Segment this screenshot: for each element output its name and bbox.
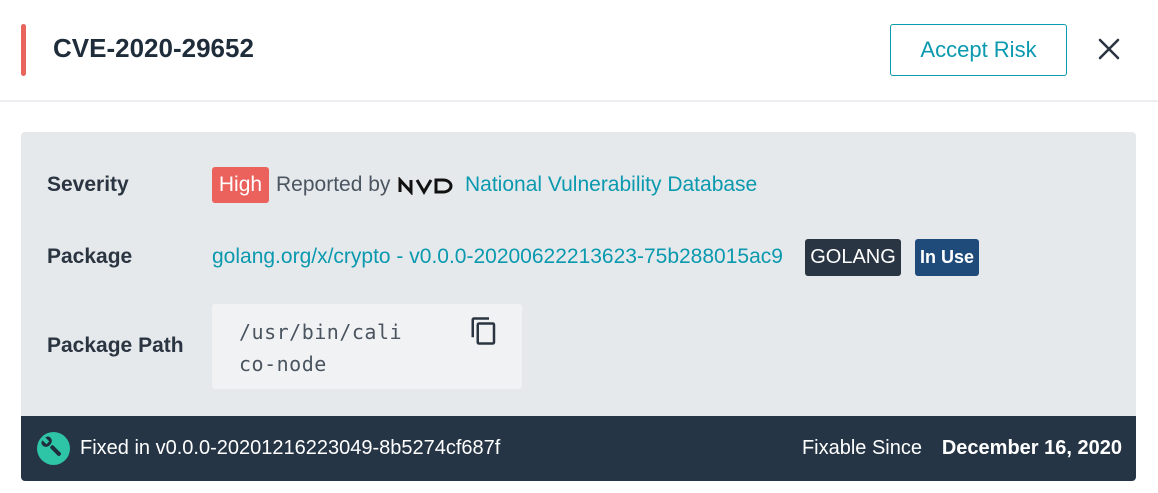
package-path-label: Package Path: [47, 334, 184, 357]
fixable-since-label: Fixable Since: [801, 437, 922, 459]
nvd-logo: [398, 176, 454, 200]
reported-by-text: Reported by: [276, 173, 391, 196]
package-path-value: /usr/bin/calico-node: [239, 320, 403, 376]
vulnerability-details-card: Severity High Reported by National Vulne…: [21, 132, 1136, 416]
package-label: Package: [47, 245, 133, 268]
nvd-logo-icon: [398, 176, 453, 196]
language-badge: GOLANG: [805, 239, 901, 276]
severity-indicator-bar: [21, 24, 26, 76]
in-use-badge: In Use: [915, 239, 979, 276]
fixable-since-date: December 16, 2020: [941, 437, 1122, 459]
vulnerability-header: CVE-2020-29652 Accept Risk: [0, 0, 1158, 102]
severity-badge: High: [212, 167, 269, 203]
package-link[interactable]: golang.org/x/crypto - v0.0.0-20200622213…: [212, 243, 783, 271]
close-button[interactable]: [1094, 34, 1124, 64]
package-path-box: /usr/bin/calico-node: [212, 304, 522, 389]
nvd-source-link[interactable]: National Vulnerability Database: [465, 171, 757, 199]
close-icon: [1098, 38, 1120, 60]
copy-path-button[interactable]: [469, 316, 499, 346]
severity-label: Severity: [47, 173, 129, 196]
fixed-in-text: Fixed in v0.0.0-20201216223049-8b5274cf6…: [80, 437, 501, 459]
wrench-icon: [37, 432, 70, 465]
fix-info-bar: Fixed in v0.0.0-20201216223049-8b5274cf6…: [21, 416, 1136, 481]
accept-risk-button[interactable]: Accept Risk: [890, 24, 1067, 76]
page-title: CVE-2020-29652: [53, 33, 254, 63]
copy-icon: [471, 317, 496, 345]
